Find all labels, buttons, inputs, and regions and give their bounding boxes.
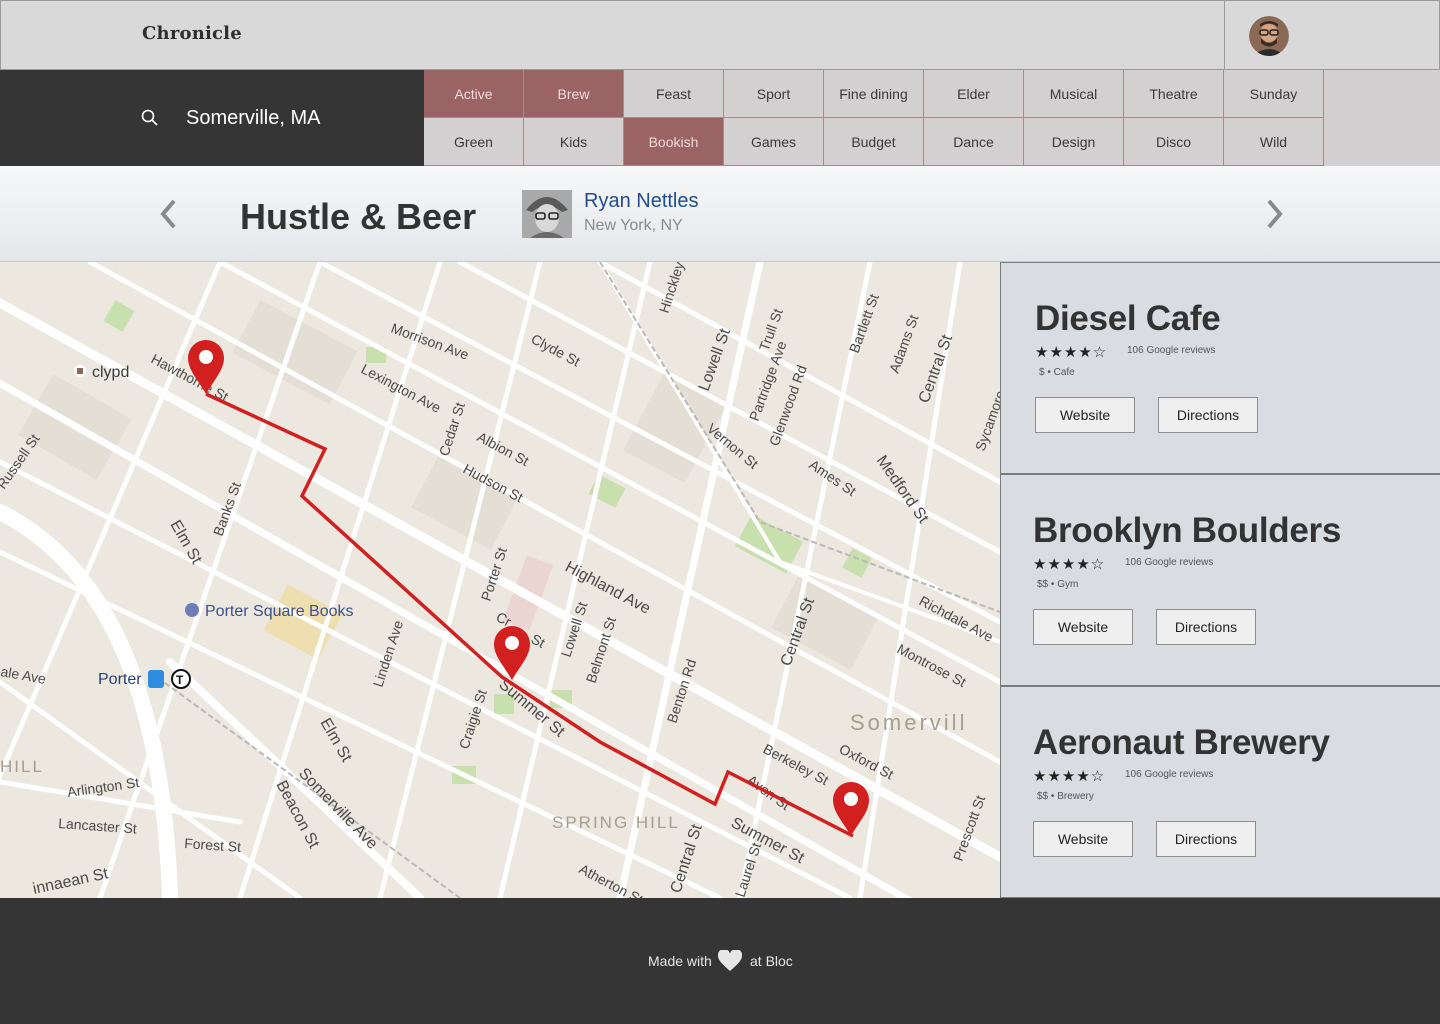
- tag-games[interactable]: Games: [724, 118, 824, 166]
- venue-meta: $$ • Brewery: [1037, 791, 1094, 802]
- divider: [1224, 1, 1225, 70]
- chevron-right-icon[interactable]: [1262, 196, 1286, 232]
- tag-musical[interactable]: Musical: [1024, 70, 1124, 118]
- venue-meta: $$ • Gym: [1037, 579, 1079, 590]
- author-location: New York, NY: [584, 217, 683, 234]
- heart-icon: [717, 948, 743, 972]
- poi-label: Porter: [98, 671, 142, 688]
- tag-design[interactable]: Design: [1024, 118, 1124, 166]
- svg-text:T: T: [176, 673, 184, 687]
- venue-meta: $ • Cafe: [1039, 367, 1075, 378]
- review-count: 106 Google reviews: [1125, 769, 1214, 780]
- author-photo[interactable]: [522, 190, 572, 238]
- author-name[interactable]: Ryan Nettles: [584, 190, 699, 213]
- tag-green[interactable]: Green: [424, 118, 524, 166]
- tag-dance[interactable]: Dance: [924, 118, 1024, 166]
- route-map[interactable]: Morrison Ave Clyde St Hinckley Lowell St…: [0, 262, 1000, 898]
- tag-bookish[interactable]: Bookish: [624, 118, 724, 166]
- search-icon[interactable]: [140, 108, 160, 128]
- category-tags: Active Brew Feast Sport Fine dining Elde…: [424, 70, 1440, 166]
- venue-card: Aeronaut Brewery ★★★★☆ 106 Google review…: [1000, 686, 1440, 898]
- user-avatar[interactable]: [1249, 16, 1289, 56]
- chevron-left-icon[interactable]: [157, 196, 181, 232]
- footer-text: Made with: [648, 953, 712, 969]
- venue-card: Diesel Cafe ★★★★☆ 106 Google reviews $ •…: [1000, 262, 1440, 474]
- venue-name[interactable]: Brooklyn Boulders: [1033, 511, 1341, 551]
- tag-budget[interactable]: Budget: [824, 118, 924, 166]
- review-count: 106 Google reviews: [1125, 557, 1214, 568]
- tag-active[interactable]: Active: [424, 70, 524, 118]
- website-button[interactable]: Website: [1035, 397, 1135, 433]
- itinerary-header: [0, 166, 1440, 262]
- venue-list: Diesel Cafe ★★★★☆ 106 Google reviews $ •…: [1000, 262, 1440, 898]
- star-rating-icon: ★★★★☆: [1033, 556, 1106, 573]
- directions-button[interactable]: Directions: [1158, 397, 1258, 433]
- tag-brew[interactable]: Brew: [524, 70, 624, 118]
- brand-logo[interactable]: Chronicle: [142, 23, 242, 44]
- venue-name[interactable]: Aeronaut Brewery: [1033, 723, 1330, 763]
- review-count: 106 Google reviews: [1127, 345, 1216, 356]
- neighborhood-label: SPRING HILL: [552, 813, 680, 832]
- tag-theatre[interactable]: Theatre: [1124, 70, 1224, 118]
- tag-wild[interactable]: Wild: [1224, 118, 1324, 166]
- directions-button[interactable]: Directions: [1156, 609, 1256, 645]
- location-input[interactable]: Somerville, MA: [186, 107, 320, 130]
- itinerary-title: Hustle & Beer: [240, 196, 477, 237]
- tag-feast[interactable]: Feast: [624, 70, 724, 118]
- star-rating-icon: ★★★★☆: [1035, 344, 1108, 361]
- star-rating-icon: ★★★★☆: [1033, 768, 1106, 785]
- tag-fine-dining[interactable]: Fine dining: [824, 70, 924, 118]
- website-button[interactable]: Website: [1033, 609, 1133, 645]
- tag-disco[interactable]: Disco: [1124, 118, 1224, 166]
- directions-button[interactable]: Directions: [1156, 821, 1256, 857]
- tag-sunday[interactable]: Sunday: [1224, 70, 1324, 118]
- tag-elder[interactable]: Elder: [924, 70, 1024, 118]
- tag-kids[interactable]: Kids: [524, 118, 624, 166]
- poi-label: clypd: [92, 364, 129, 381]
- venue-card: Brooklyn Boulders ★★★★☆ 106 Google revie…: [1000, 474, 1440, 686]
- website-button[interactable]: Website: [1033, 821, 1133, 857]
- neighborhood-label: HILL: [0, 757, 44, 776]
- top-bar: Chronicle: [0, 0, 1440, 70]
- tag-sport[interactable]: Sport: [724, 70, 824, 118]
- poi-label: Porter Square Books: [205, 603, 354, 620]
- neighborhood-label: Somervill: [850, 710, 967, 735]
- venue-name[interactable]: Diesel Cafe: [1035, 299, 1221, 339]
- footer-link[interactable]: at Bloc: [750, 953, 793, 969]
